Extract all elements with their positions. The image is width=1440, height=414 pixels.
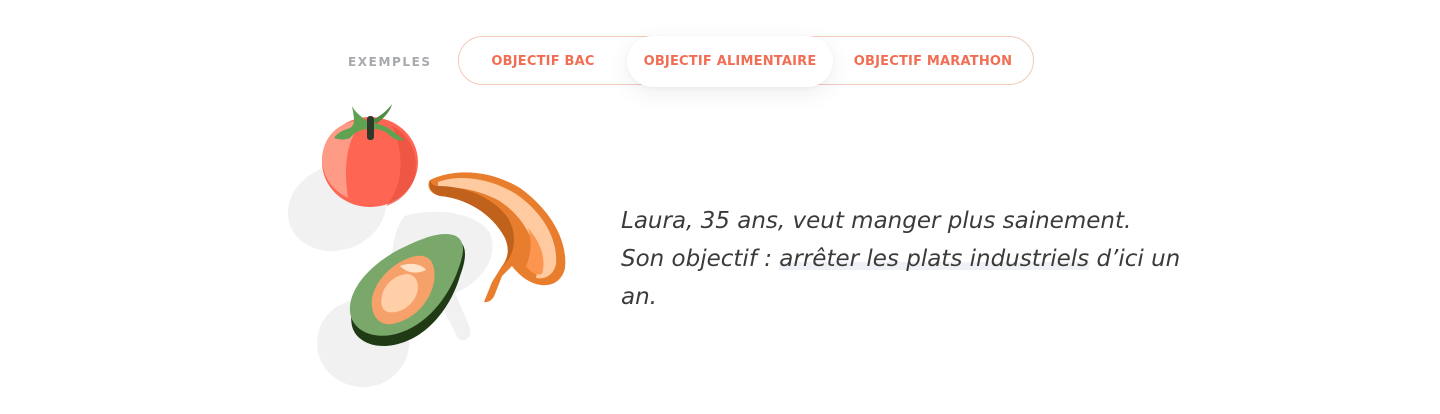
tab-objectif-alimentaire[interactable]: OBJECTIF ALIMENTAIRE [627, 36, 833, 87]
page: EXEMPLES OBJECTIF BAC OBJECTIF ALIMENTAI… [0, 0, 1440, 414]
story-highlight: arrêter les plats industriels [779, 246, 1090, 272]
tab-objectif-bac[interactable]: OBJECTIF BAC [459, 36, 627, 87]
tomato-icon [322, 104, 418, 207]
food-illustration [280, 98, 580, 393]
examples-tabs: OBJECTIF BAC OBJECTIF ALIMENTAIRE OBJECT… [458, 36, 1034, 87]
avocado-icon [349, 233, 465, 346]
example-story: Laura, 35 ans, veut manger plus sainemen… [621, 202, 1181, 316]
examples-label: EXEMPLES [348, 55, 432, 69]
tab-objectif-marathon[interactable]: OBJECTIF MARATHON [833, 36, 1033, 87]
